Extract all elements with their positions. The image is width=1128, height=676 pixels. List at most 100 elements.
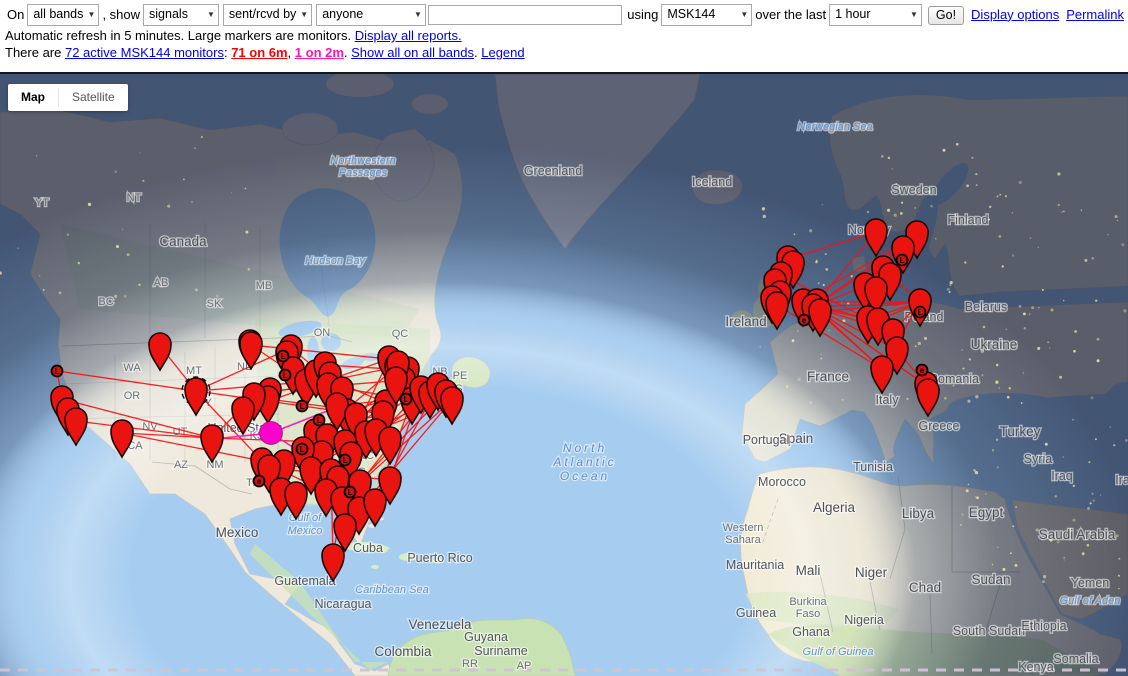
city-light-dot	[881, 155, 884, 158]
report-marker[interactable]: L	[278, 351, 289, 362]
world-map[interactable]: NorthwesternPassagesHudson BayNorwegian …	[0, 74, 1128, 676]
city-light-dot	[1073, 485, 1075, 487]
report-marker[interactable]: L	[915, 307, 926, 318]
map-label: Ghana	[792, 625, 830, 639]
monitors-2m-link[interactable]: 1 on 2m	[295, 45, 344, 60]
city-light-dot	[1061, 211, 1063, 213]
report-marker[interactable]: e	[254, 476, 265, 487]
city-light-dot	[1063, 456, 1064, 457]
city-light-dot	[1042, 289, 1044, 291]
map-label: Algeria	[813, 500, 856, 515]
report-marker[interactable]: e	[917, 365, 928, 376]
report-marker[interactable]: L	[897, 255, 908, 266]
map-label: Tunisia	[853, 460, 893, 474]
city-light-dot	[973, 469, 975, 471]
city-light-dot	[1115, 215, 1118, 218]
map-label: NM	[206, 459, 223, 471]
map-label: Syria	[1024, 452, 1053, 466]
city-light-dot	[971, 157, 973, 159]
display-all-reports-link[interactable]: Display all reports.	[355, 28, 462, 43]
city-light-dot	[1090, 502, 1092, 504]
report-marker[interactable]: L	[401, 394, 412, 405]
map-label: Greece	[919, 419, 960, 433]
map-viewport[interactable]: NorthwesternPassagesHudson BayNorwegian …	[0, 72, 1128, 676]
report-marker[interactable]: L	[340, 455, 351, 466]
go-button[interactable]: Go!	[928, 6, 964, 25]
map-label: Yemen	[1071, 576, 1110, 590]
map-label: Portugal	[743, 433, 790, 447]
report-marker[interactable]: L	[297, 444, 308, 455]
city-light-dot	[816, 260, 818, 262]
show-all-bands-link[interactable]: Show all on all bands	[351, 45, 474, 60]
map-label: OR	[124, 390, 141, 402]
city-light-dot	[1063, 211, 1065, 213]
map-label: AP	[517, 660, 532, 672]
city-light-dot	[1117, 220, 1118, 221]
query-controls-row: On all bands▼ , show signals▼ sent/rcvd …	[4, 3, 1124, 27]
callsign-input[interactable]	[428, 5, 622, 25]
report-marker[interactable]: L	[297, 401, 308, 412]
city-light-dot	[1064, 557, 1065, 558]
map-label: Gulf of Guinea	[803, 646, 874, 658]
city-light-dot	[1059, 376, 1062, 379]
pskreporter-page: { "header": { "on_label": "On", "bands_s…	[0, 0, 1128, 676]
toolbar: On all bands▼ , show signals▼ sent/rcvd …	[0, 0, 1128, 62]
on-label: On	[4, 7, 27, 23]
bands-select[interactable]: all bands▼	[27, 4, 99, 26]
city-light-dot	[966, 184, 969, 187]
anyone-select[interactable]: anyone▼	[316, 4, 426, 26]
legend-link[interactable]: Legend	[481, 45, 524, 60]
city-light-dot	[1047, 341, 1049, 343]
city-light-dot	[191, 201, 192, 202]
city-light-dot	[961, 349, 963, 351]
map-type-control: Map Satellite	[8, 84, 128, 111]
map-label: Mauritania	[726, 558, 784, 572]
city-light-dot	[962, 368, 964, 370]
monitors-6m-link[interactable]: 71 on 6m	[231, 45, 287, 60]
city-light-dot	[1023, 312, 1026, 315]
city-light-dot	[1058, 204, 1060, 206]
sentrcvd-select[interactable]: sent/rcvd by▼	[223, 4, 312, 26]
map-label: Mexico	[288, 525, 323, 537]
city-light-dot	[1012, 254, 1014, 256]
report-marker[interactable]: e	[799, 315, 810, 326]
city-light-dot	[996, 364, 999, 367]
monitor-marker-2m[interactable]	[260, 422, 283, 445]
city-light-dot	[894, 214, 897, 217]
city-light-dot	[842, 399, 844, 401]
map-label: Iceland	[692, 175, 732, 189]
map-type-map-button[interactable]: Map	[8, 84, 58, 111]
map-label: WA	[123, 362, 141, 374]
permalink-link[interactable]: Permalink	[1066, 7, 1124, 23]
city-light-dot	[887, 209, 890, 212]
report-marker[interactable]: L	[52, 366, 63, 377]
chevron-down-icon: ▼	[300, 10, 308, 20]
report-marker[interactable]: L	[314, 415, 325, 426]
report-marker[interactable]: L	[280, 370, 291, 381]
mode-select[interactable]: MSK144▼	[661, 4, 752, 26]
report-marker[interactable]: L	[345, 487, 356, 498]
display-options-link[interactable]: Display options	[971, 7, 1059, 23]
map-label: MB	[256, 280, 273, 292]
map-label: Sweden	[891, 183, 936, 197]
city-light-dot	[195, 288, 198, 291]
city-light-dot	[797, 330, 798, 331]
map-label: Chad	[909, 580, 941, 595]
city-light-dot	[930, 205, 933, 208]
city-light-dot	[1009, 387, 1011, 389]
city-light-dot	[999, 235, 1002, 238]
signals-select[interactable]: signals▼	[143, 4, 219, 26]
period-select[interactable]: 1 hour▼	[829, 4, 922, 26]
city-light-dot	[1023, 372, 1024, 373]
city-light-dot	[1087, 507, 1090, 510]
active-monitors-link[interactable]: 72 active MSK144 monitors	[65, 45, 224, 60]
city-light-dot	[1006, 329, 1008, 331]
city-light-dot	[983, 326, 986, 329]
city-light-dot	[1012, 212, 1013, 213]
city-light-dot	[1021, 402, 1023, 404]
map-label: Ukraine	[971, 337, 1018, 352]
map-label: Turkey	[1000, 424, 1041, 439]
city-light-dot	[43, 289, 45, 291]
map-type-satellite-button[interactable]: Satellite	[59, 84, 128, 111]
monitors-line: There are 72 active MSK144 monitors: 71 …	[4, 44, 1124, 61]
